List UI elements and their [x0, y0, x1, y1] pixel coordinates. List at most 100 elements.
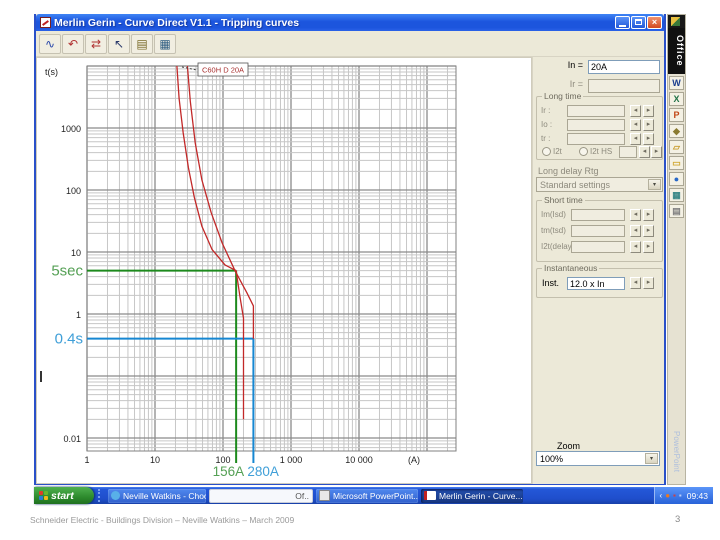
tray-messenger-icon[interactable]: ●	[665, 491, 670, 500]
office-bar-title: Office	[668, 28, 685, 74]
spinner-left-button[interactable]	[630, 241, 641, 253]
slide-footer: Schneider Electric - Buildings Division …	[30, 515, 295, 525]
spinner-left-button[interactable]	[639, 146, 650, 158]
long-time-group: Long time Ir : Io : tr :	[536, 91, 663, 160]
chart-area: 1 10 100 1 000 10 000 (A) 1000 100 10 1 0.01 t(s) 5s…	[36, 57, 532, 484]
powerpoint-icon[interactable]: P	[669, 108, 684, 122]
y-tick-label: 0.01	[63, 434, 81, 444]
curve-app-icon	[424, 491, 436, 500]
spinner-left-button[interactable]	[630, 225, 641, 237]
restore-button[interactable]	[631, 16, 646, 29]
clipboard-icon[interactable]: ▤	[669, 204, 684, 218]
inst-label: Inst.	[542, 278, 560, 288]
trip-time-label: 5sec	[51, 263, 83, 280]
powerpoint-watermark: PowerPoint	[672, 431, 681, 472]
tray-network-icon[interactable]: ▪	[679, 491, 682, 500]
x-tick-label: 1 000	[280, 455, 303, 465]
taskbar-item-powerpoint[interactable]: Microsoft PowerPoint...	[316, 488, 418, 503]
start-label: start	[51, 489, 74, 502]
i2t-radio[interactable]	[542, 147, 551, 156]
print-icon[interactable]: ▤	[131, 33, 153, 54]
taskbar-item-merlin-gerin[interactable]: Merlin Gerin - Curve...	[421, 488, 523, 503]
long-time-title: Long time	[542, 91, 584, 101]
y-tick-label: 10	[71, 248, 81, 258]
short-time-title: Short time	[542, 195, 585, 205]
taskbar-item-office[interactable]: Of..	[209, 488, 313, 503]
i2t-hs-radio-label: I2t HS	[590, 147, 613, 156]
export-chart-icon[interactable]: ▦	[154, 33, 176, 54]
tools-key-icon[interactable]: ◆	[669, 124, 684, 138]
zoom-combo[interactable]: 100%	[536, 451, 660, 466]
open-folder-icon[interactable]: ▱	[669, 140, 684, 154]
word-icon[interactable]: W	[669, 76, 684, 90]
spinner-right-button[interactable]	[643, 133, 654, 145]
device-label: C60H D 20A	[202, 66, 244, 75]
y-tick-label: 100	[66, 186, 81, 196]
st-row1-label: Im(Isd)	[541, 210, 566, 219]
dropdown-arrow-icon[interactable]	[645, 453, 658, 464]
spinner-left-button[interactable]	[630, 105, 641, 117]
spinner-right-button[interactable]	[643, 225, 654, 237]
spinner-right-button[interactable]	[643, 119, 654, 131]
folder-icon[interactable]: ▭	[669, 156, 684, 170]
st-row3-label: I2t(delay)	[541, 242, 575, 251]
powerpoint-slide: Merlin Gerin - Curve Direct V1.1 - Tripp…	[0, 0, 720, 540]
lt-row2-field	[567, 119, 625, 131]
trip-time-label: 0.4s	[55, 331, 83, 348]
taskbar-item-outlook[interactable]: Neville Watkins - Choo...	[108, 488, 206, 503]
slide-page-number: 3	[675, 514, 681, 525]
lt-row1-field	[567, 105, 625, 117]
instantaneous-title: Instantaneous	[542, 263, 600, 273]
lt-row2-label: Io :	[541, 120, 553, 129]
x-tick-label: 1	[84, 455, 89, 465]
system-tray: ‹ ● ▪ ▪ 09:43	[653, 487, 713, 504]
office-bar-logo-icon	[668, 15, 685, 28]
start-button[interactable]: start	[34, 487, 94, 504]
powerpoint-window-icon	[319, 490, 330, 501]
spinner-right-button[interactable]	[643, 241, 654, 253]
tripping-curve-chart: 1 10 100 1 000 10 000 (A)10001001010.01t(s)5s…	[40, 62, 457, 479]
trip-current-label: 156A	[213, 464, 245, 479]
st-row2-label: tm(tsd)	[541, 226, 566, 235]
i2t-hs-radio[interactable]	[579, 147, 588, 156]
inst-field[interactable]: 12.0 x In	[567, 277, 625, 290]
swap-arrows-icon[interactable]: ⇄	[85, 33, 107, 54]
in-field[interactable]: 20A	[588, 60, 660, 74]
minimize-button[interactable]	[615, 16, 630, 29]
pointer-icon[interactable]: ↖	[108, 33, 130, 54]
spinner-left-button[interactable]	[630, 277, 641, 289]
windows-flag-icon	[39, 491, 48, 500]
internet-explorer-icon[interactable]: ●	[669, 172, 684, 186]
close-button[interactable]: ×	[647, 16, 662, 29]
app-window: Merlin Gerin - Curve Direct V1.1 - Tripp…	[34, 14, 666, 485]
undo-arrow-icon[interactable]: ↶	[62, 33, 84, 54]
settings-panel: In = 20A Ir = Long time Ir : Io :	[532, 57, 664, 484]
lt-row3-label: tr :	[541, 134, 551, 143]
instantaneous-group: Instantaneous Inst. 12.0 x In	[536, 263, 663, 298]
spinner-right-button[interactable]	[643, 277, 654, 289]
x-tick-label: 10 000	[345, 455, 373, 465]
window-title: Merlin Gerin - Curve Direct V1.1 - Tripp…	[54, 16, 300, 29]
y-tick-label: 1000	[61, 124, 81, 134]
title-bar: Merlin Gerin - Curve Direct V1.1 - Tripp…	[36, 14, 664, 31]
network-icon[interactable]: ▦	[669, 188, 684, 202]
long-delay-label: Long delay Rtg	[538, 166, 599, 176]
tray-display-icon[interactable]: ▪	[673, 491, 676, 500]
st-row3-field	[571, 241, 625, 253]
spinner-right-button[interactable]	[643, 209, 654, 221]
spinner-left-button[interactable]	[630, 209, 641, 221]
spinner-right-button[interactable]	[643, 105, 654, 117]
spinner-left-button[interactable]	[630, 119, 641, 131]
long-delay-dropdown: Standard settings	[536, 177, 663, 192]
spinner-left-button[interactable]	[630, 133, 641, 145]
zoom-label: Zoom	[557, 441, 581, 451]
toolbar: ∿ ↶ ⇄ ↖ ▤ ▦	[36, 31, 664, 57]
excel-icon[interactable]: X	[669, 92, 684, 106]
long-delay-value: Standard settings	[540, 180, 611, 190]
spinner-right-button[interactable]	[651, 146, 662, 158]
y-tick-label: 1	[76, 310, 81, 320]
ir-label: Ir =	[569, 79, 583, 89]
hide-tray-chevron-icon[interactable]: ‹	[660, 491, 663, 500]
curves-icon[interactable]: ∿	[39, 33, 61, 54]
i2t-field	[619, 146, 637, 158]
